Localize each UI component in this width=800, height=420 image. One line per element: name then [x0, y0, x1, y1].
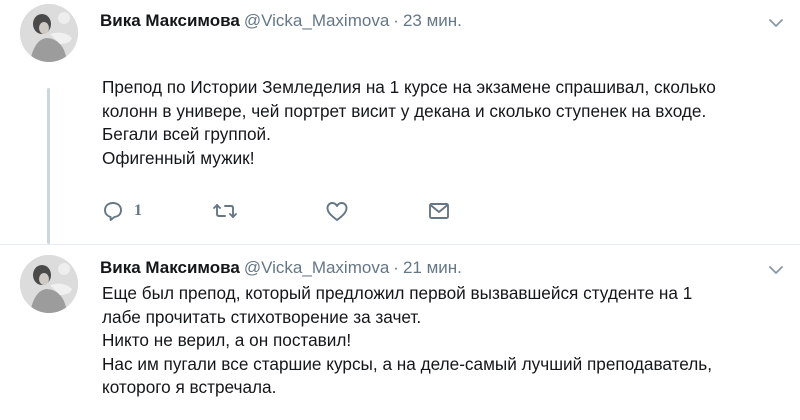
tweet-text-line: Бегали всей группой. [102, 124, 271, 144]
retweet-icon [212, 200, 238, 222]
tweet-text-line: Еще был препод, который предложил первой… [102, 283, 693, 303]
tweet-text-line: колонн в универе, чей портрет висит у де… [102, 100, 707, 121]
reply-count: 1 [134, 202, 142, 219]
chevron-down-icon[interactable] [768, 16, 784, 28]
retweet-button[interactable] [212, 196, 238, 226]
tweet[interactable]: Вика Максимова @Vicka_Maximova · 21 мин. Ещ… [0, 244, 800, 420]
tweet-text: Еще был препод, который предложил первой… [102, 282, 782, 400]
tweet[interactable]: Вика Максимова @Vicka_Maximova · 23 мин. Пр… [0, 0, 800, 244]
author-name[interactable]: Вика Максимова [100, 258, 240, 277]
tweet-timestamp[interactable]: 23 мин. [403, 11, 462, 30]
tweet-text-line: Никто не верил, а он поставил! [102, 330, 352, 350]
envelope-icon [427, 200, 451, 222]
separator-dot: · [393, 11, 399, 30]
tweet-text-line: лабе прочитать стихотворение за зачет. [102, 306, 422, 327]
avatar[interactable] [20, 4, 78, 62]
author-name[interactable]: Вика Максимова [100, 11, 240, 30]
tweet-text-line: Нас им пугали все старшие курсы, а на де… [102, 353, 713, 374]
tweet-timestamp[interactable]: 21 мин. [403, 258, 462, 277]
author-handle[interactable]: @Vicka_Maximova [244, 258, 389, 277]
tweet-text: Препод по Истории Земледелия на 1 курсе … [102, 76, 782, 170]
avatar[interactable] [20, 255, 78, 313]
reply-button[interactable]: 1 [102, 196, 142, 226]
tweet-header: Вика Максимова @Vicka_Maximova · 23 мин. [100, 10, 462, 32]
reply-icon [102, 200, 124, 222]
tweet-text-line: Офигенный мужик! [102, 147, 255, 168]
heart-icon [325, 200, 349, 222]
author-handle[interactable]: @Vicka_Maximova [244, 11, 389, 30]
tweet-text-line: Препод по Истории Земледелия на 1 курсе … [102, 77, 716, 97]
tweet-text-line: которого я встречала. [102, 377, 277, 397]
separator-dot: · [393, 258, 399, 277]
direct-message-button[interactable] [427, 196, 451, 226]
tweet-actions: 1 [100, 196, 500, 226]
chevron-down-icon[interactable] [768, 263, 784, 275]
tweet-header: Вика Максимова @Vicka_Maximova · 21 мин. [100, 257, 462, 279]
like-button[interactable] [325, 196, 349, 226]
